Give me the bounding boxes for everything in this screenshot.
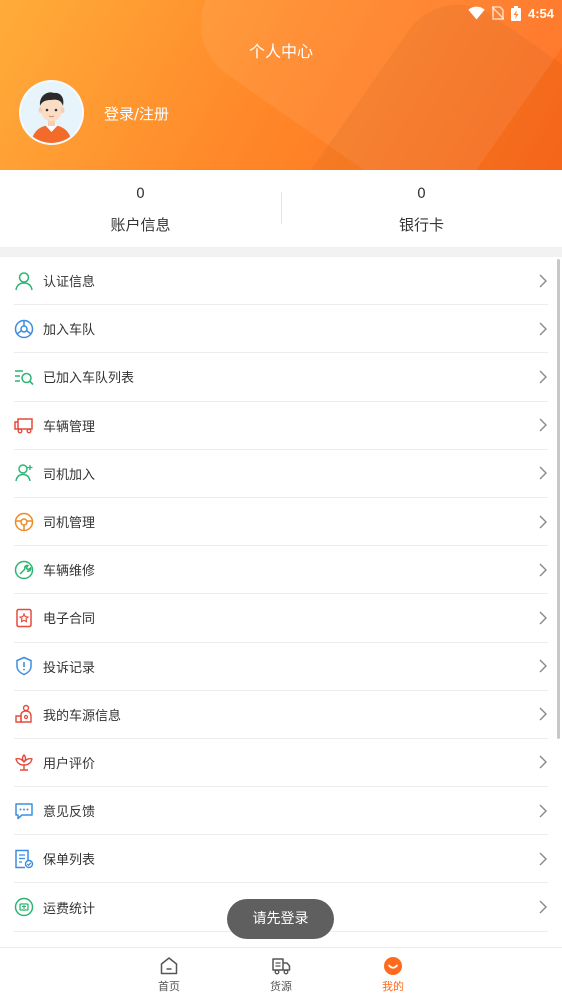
menu-item-label: 保单列表 bbox=[43, 853, 96, 869]
menu-item-label: 我的车源信息 bbox=[43, 708, 122, 724]
wrench-icon bbox=[14, 560, 34, 580]
menu-item-complaints[interactable]: 投诉记录 bbox=[14, 643, 548, 691]
menu-item-joined-fleets[interactable]: 已加入车队列表 bbox=[14, 353, 548, 402]
menu-item-feedback[interactable]: 意见反馈 bbox=[14, 787, 548, 836]
tab-cargo-label: 货源 bbox=[270, 980, 292, 993]
menu-item-label: 车辆维修 bbox=[43, 564, 96, 580]
truck-icon bbox=[14, 415, 34, 435]
login-toast: 请先登录 bbox=[227, 899, 334, 939]
chevron-right-icon bbox=[539, 852, 547, 866]
bank-card-value: 0 bbox=[417, 186, 426, 202]
menu-item-driver-join[interactable]: 司机加入 bbox=[14, 450, 548, 498]
vehicle-source-icon bbox=[14, 704, 34, 724]
status-time: 4:54 bbox=[527, 5, 554, 21]
freight-stats-icon bbox=[14, 897, 34, 917]
wifi-icon bbox=[468, 6, 485, 20]
shield-alert-icon bbox=[14, 656, 34, 676]
chevron-right-icon bbox=[539, 611, 547, 625]
chevron-right-icon bbox=[539, 274, 547, 288]
bank-card-stat[interactable]: 0 银行卡 bbox=[281, 170, 562, 247]
avatar[interactable] bbox=[19, 80, 84, 145]
tab-mine[interactable]: 我的 bbox=[337, 948, 449, 1000]
menu-item-label: 投诉记录 bbox=[43, 660, 96, 676]
no-sim-icon bbox=[491, 6, 504, 20]
home-icon bbox=[160, 957, 178, 975]
cargo-truck-icon bbox=[272, 958, 291, 975]
menu-item-join-fleet[interactable]: 加入车队 bbox=[14, 305, 548, 354]
menu-item-user-reviews[interactable]: 用户评价 bbox=[14, 739, 548, 788]
chevron-right-icon bbox=[539, 322, 547, 336]
steering-wheel-icon bbox=[14, 512, 34, 532]
flower-icon bbox=[14, 752, 34, 772]
chevron-right-icon bbox=[539, 804, 547, 818]
chevron-right-icon bbox=[539, 659, 547, 673]
menu-item-policy-list[interactable]: 保单列表 bbox=[14, 835, 548, 884]
chevron-right-icon bbox=[539, 900, 547, 914]
battery-charging-icon bbox=[510, 5, 521, 21]
driver-add-icon bbox=[14, 463, 34, 483]
menu-scrollbar[interactable] bbox=[557, 259, 560, 739]
contract-icon bbox=[14, 608, 34, 628]
chevron-right-icon bbox=[539, 515, 547, 529]
profile-header: 4:54 个人中心 登录/注册 bbox=[0, 0, 562, 170]
tab-home-label: 首页 bbox=[158, 980, 180, 993]
mine-icon bbox=[384, 957, 402, 975]
tab-cargo[interactable]: 货源 bbox=[225, 948, 337, 1000]
menu-item-vehicle-repair[interactable]: 车辆维修 bbox=[14, 546, 548, 595]
list-search-icon bbox=[14, 367, 34, 387]
menu-item-label: 司机管理 bbox=[43, 516, 96, 532]
menu-item-label: 电子合同 bbox=[43, 612, 96, 628]
menu-item-label: 加入车队 bbox=[43, 323, 96, 339]
menu-item-label: 用户评价 bbox=[43, 756, 96, 772]
policy-icon bbox=[14, 849, 34, 869]
menu-item-label: 意见反馈 bbox=[43, 805, 96, 821]
chevron-right-icon bbox=[539, 755, 547, 769]
bottom-nav: 首页 货源 我的 bbox=[0, 947, 562, 1000]
account-info-label: 账户信息 bbox=[110, 216, 171, 234]
tab-home[interactable]: 首页 bbox=[113, 948, 225, 1000]
chevron-right-icon bbox=[539, 466, 547, 480]
chat-bubble-icon bbox=[14, 801, 34, 821]
menu-item-verification[interactable]: 认证信息 bbox=[14, 257, 548, 306]
tab-mine-label: 我的 bbox=[382, 980, 404, 993]
status-bar: 4:54 bbox=[468, 3, 554, 23]
steering-wheel-icon bbox=[14, 319, 34, 339]
login-register-link[interactable]: 登录/注册 bbox=[104, 103, 169, 124]
chevron-right-icon bbox=[539, 563, 547, 577]
stats-divider bbox=[281, 192, 282, 224]
menu-item-label: 司机加入 bbox=[43, 467, 96, 483]
avatar-icon bbox=[21, 82, 82, 143]
page-title: 个人中心 bbox=[248, 42, 313, 61]
menu-item-vehicle-management[interactable]: 车辆管理 bbox=[14, 402, 548, 450]
account-info-value: 0 bbox=[136, 186, 145, 202]
menu-item-label: 已加入车队列表 bbox=[43, 371, 135, 387]
bank-card-label: 银行卡 bbox=[398, 216, 444, 234]
chevron-right-icon bbox=[539, 370, 547, 384]
menu-list: 认证信息 加入车队 已加入车队列表 车辆管理 司机加入 司机管理 车辆维修 电子… bbox=[0, 257, 562, 947]
user-verify-icon bbox=[14, 271, 34, 291]
chevron-right-icon bbox=[539, 707, 547, 721]
account-info-stat[interactable]: 0 账户信息 bbox=[0, 170, 281, 247]
menu-item-label: 车辆管理 bbox=[43, 419, 96, 435]
menu-item-my-vehicle-source[interactable]: 我的车源信息 bbox=[14, 691, 548, 739]
menu-item-e-contract[interactable]: 电子合同 bbox=[14, 594, 548, 643]
chevron-right-icon bbox=[539, 418, 547, 432]
menu-item-label: 认证信息 bbox=[43, 275, 96, 291]
menu-item-driver-management[interactable]: 司机管理 bbox=[14, 498, 548, 547]
